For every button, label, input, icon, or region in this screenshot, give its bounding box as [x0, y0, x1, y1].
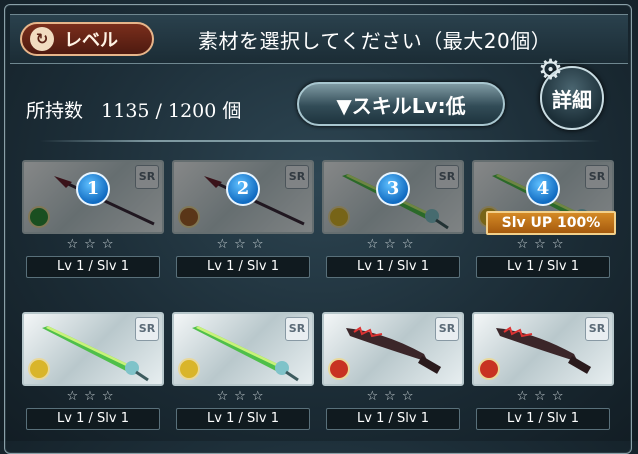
skill-level-filter-button[interactable]: ▼スキルLv:低: [297, 82, 505, 126]
light-element-icon: [178, 358, 200, 380]
weapon-thumbnail: SR: [22, 312, 164, 386]
refresh-icon: ↻: [30, 27, 54, 51]
owned-label: 所持数: [26, 100, 84, 122]
material-card[interactable]: SR 1 ☆☆☆ Lv 1 / Slv 1: [22, 160, 164, 278]
material-card[interactable]: SR ☆☆☆ Lv 1 / Slv 1: [22, 312, 164, 430]
star-rating: ☆☆☆: [66, 389, 120, 404]
level-label: Lv 1 / Slv 1: [176, 256, 310, 278]
star-rating: ☆☆☆: [366, 389, 420, 404]
rarity-icon: SR: [285, 317, 309, 341]
detail-label: 詳細: [552, 87, 592, 112]
rarity-icon: SR: [585, 317, 609, 341]
level-label: Lv 1 / Slv 1: [476, 256, 610, 278]
owned-count: 所持数 1135 / 1200 個: [26, 96, 241, 123]
material-card[interactable]: SR ☆☆☆ Lv 1 / Slv 1: [172, 312, 314, 430]
rarity-icon: SR: [285, 165, 309, 189]
selection-number-badge: 1: [76, 172, 110, 206]
earth-element-icon: [178, 206, 200, 228]
material-card[interactable]: SR ☆☆☆ Lv 1 / Slv 1: [472, 312, 614, 430]
rarity-icon: SR: [435, 317, 459, 341]
selection-number-badge: 4: [526, 172, 560, 206]
level-label: Lv 1 / Slv 1: [26, 408, 160, 430]
material-card[interactable]: SR 3 ☆☆☆ Lv 1 / Slv 1: [322, 160, 464, 278]
weapon-thumbnail: SR: [472, 312, 614, 386]
material-card[interactable]: SR 4 Slv UP 100% ☆☆☆ Lv 1 / Slv 1: [472, 160, 616, 278]
weapon-thumbnail: SR: [322, 312, 464, 386]
selection-number-badge: 2: [226, 172, 260, 206]
level-label: Lv 1 / Slv 1: [326, 256, 460, 278]
level-label: Lv 1 / Slv 1: [26, 256, 160, 278]
owned-value: 1135 / 1200 個: [101, 100, 242, 122]
level-label: Lv 1 / Slv 1: [326, 408, 460, 430]
divider: [40, 140, 600, 142]
level-label: Lv 1 / Slv 1: [476, 408, 610, 430]
level-sort-label: レベル: [64, 30, 118, 51]
instruction-text: 素材を選択してください（最大20個）: [198, 29, 552, 53]
light-element-icon: [328, 206, 350, 228]
light-element-icon: [28, 358, 50, 380]
skill-up-badge: Slv UP 100%: [486, 211, 616, 235]
selection-number-badge: 3: [376, 172, 410, 206]
level-label: Lv 1 / Slv 1: [176, 408, 310, 430]
material-card[interactable]: SR ☆☆☆ Lv 1 / Slv 1: [322, 312, 464, 430]
star-rating: ☆☆☆: [216, 389, 270, 404]
star-rating: ☆☆☆: [516, 237, 570, 252]
fire-element-icon: [478, 358, 500, 380]
star-rating: ☆☆☆: [366, 237, 420, 252]
rarity-icon: SR: [435, 165, 459, 189]
star-rating: ☆☆☆: [216, 237, 270, 252]
star-rating: ☆☆☆: [66, 237, 120, 252]
wind-element-icon: [28, 206, 50, 228]
level-sort-button[interactable]: ↻ レベル: [20, 22, 154, 56]
rarity-icon: SR: [585, 165, 609, 189]
star-rating: ☆☆☆: [516, 389, 570, 404]
weapon-thumbnail: SR: [172, 312, 314, 386]
rarity-icon: SR: [135, 165, 159, 189]
material-card[interactable]: SR 2 ☆☆☆ Lv 1 / Slv 1: [172, 160, 314, 278]
fire-element-icon: [328, 358, 350, 380]
gear-icon: ⚙: [538, 53, 564, 86]
rarity-icon: SR: [135, 317, 159, 341]
